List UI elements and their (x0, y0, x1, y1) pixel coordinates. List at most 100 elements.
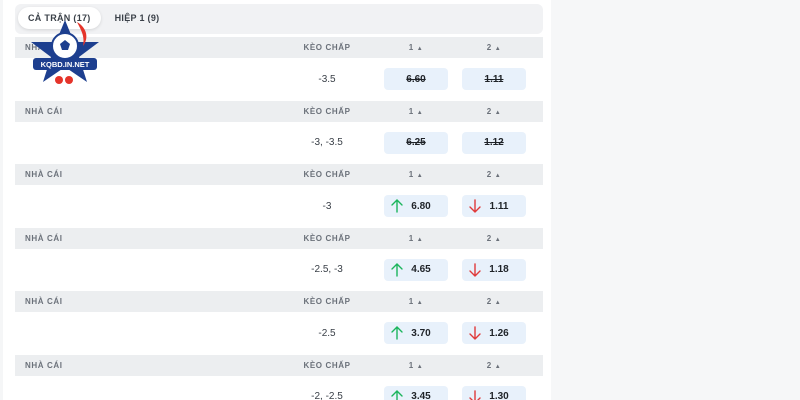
arrow-down-icon (469, 326, 481, 340)
odds-button-away[interactable]: 1.26 (462, 322, 526, 344)
home-odds-cell: 3.45 (377, 385, 455, 400)
odds-button-home[interactable]: 6.80 (384, 195, 448, 217)
home-header[interactable]: 1 ▲ (377, 297, 455, 306)
odds-value: 6.80 (411, 200, 431, 212)
bookmaker-header: NHÀ CÁI (25, 170, 63, 179)
home-odds-cell: 6.25 (377, 131, 455, 154)
handicap-value: -2.5, -3 (311, 264, 343, 275)
handicap-header[interactable]: KÈO CHẤP (277, 43, 377, 52)
handicap-header[interactable]: KÈO CHẤP (277, 234, 377, 243)
home-odds-cell: 6.60 (377, 68, 455, 90)
home-odds-cell: 3.70 (377, 322, 455, 344)
odds-button-away[interactable]: 1.11 (462, 195, 526, 217)
sort-up-icon: ▲ (416, 363, 424, 370)
odds-header: NHÀ CÁI KÈO CHẤP 1▲ 2▲ (15, 100, 543, 122)
sort-up-icon: ▲ (494, 46, 502, 52)
handicap-header[interactable]: KÈO CHẤP (277, 107, 377, 116)
odds-value: 6.60 (406, 73, 426, 85)
right-pane (551, 0, 800, 400)
odds-block: NHÀ CÁI KÈO CHẤP 1 ▲ 2 ▲ -3 6.80 1.11 (15, 164, 543, 227)
odds-row: -2, -2.5 3.45 1.30 (15, 376, 543, 400)
sort-up-icon: ▲ (494, 109, 502, 116)
odds-value: 1.18 (489, 264, 509, 275)
odds-value: 6.25 (406, 137, 426, 148)
logo-text: KQBD.IN.NET (41, 60, 90, 69)
away-header[interactable]: 2 ▲ (455, 170, 533, 179)
odds-row: -3, -3.5 6.25 1.12 (15, 122, 543, 164)
bookmaker-header: NHÀ CÁI (25, 233, 63, 243)
away-odds-cell: 1.26 (455, 322, 533, 344)
arrow-up-icon (391, 199, 403, 213)
odds-button-away[interactable]: 1.11 (462, 68, 526, 90)
handicap-value: -2, -2.5 (311, 391, 343, 400)
odds-button-away[interactable]: 1.30 (462, 385, 526, 400)
sort-up-icon: ▲ (416, 236, 424, 243)
handicap-value: -3.5 (318, 73, 336, 85)
handicap-header[interactable]: KÈO CHẤP (277, 361, 377, 370)
handicap-value: -3 (322, 200, 332, 212)
sort-up-icon: ▲ (416, 109, 424, 116)
odds-value: 1.12 (484, 137, 504, 148)
odds-value: 1.26 (489, 327, 509, 339)
sort-up-icon: ▲ (494, 363, 502, 370)
odds-row: -2.5 3.70 1.26 (15, 312, 543, 354)
handicap-header[interactable]: KÈO CHẤP (277, 170, 377, 179)
odds-block: NHÀ CÁI KÈO CHẤP 1 ▲ 2 ▲ -3, -3.5 6.25 1.1… (15, 100, 543, 164)
home-header[interactable]: 1 ▲ (377, 43, 455, 52)
away-header[interactable]: 2 ▲ (455, 107, 533, 116)
odds-button-home[interactable]: 6.60 (384, 68, 448, 90)
odds-block: NHÀ CÁI KÈO CHẤP 1 ▲ 2 ▲ -2.5, -3 4.65 1.1… (15, 227, 543, 291)
away-header[interactable]: 2 ▲ (455, 234, 533, 243)
home-odds-cell: 4.65 (377, 258, 455, 281)
odds-value: 3.70 (411, 327, 431, 339)
away-odds-cell: 1.11 (455, 68, 533, 90)
sort-up-icon: ▲ (416, 46, 424, 52)
odds-row: -2.5, -3 4.65 1.18 (15, 249, 543, 291)
odds-header: NHÀ CÁI KÈO CHẤP 1▲ 2▲ (15, 227, 543, 249)
home-header[interactable]: 1 ▲ (377, 234, 455, 243)
odds-header: NHÀ CÁI KÈO CHẤP 1▲ 2▲ (15, 164, 543, 185)
away-header[interactable]: 2 ▲ (455, 43, 533, 52)
bookmaker-header: NHÀ CÁI (25, 297, 63, 306)
site-logo: KQBD.IN.NET (31, 20, 99, 84)
sort-up-icon: ▲ (494, 300, 502, 306)
arrow-down-icon (469, 262, 481, 277)
sort-up-icon: ▲ (416, 173, 424, 179)
odds-button-home[interactable]: 6.25 (384, 131, 448, 154)
odds-value: 4.65 (411, 264, 431, 275)
arrow-down-icon (469, 199, 481, 213)
away-odds-cell: 1.30 (455, 385, 533, 400)
odds-button-away[interactable]: 1.12 (462, 131, 526, 154)
home-header[interactable]: 1 ▲ (377, 361, 455, 370)
away-odds-cell: 1.18 (455, 258, 533, 281)
odds-value: 1.11 (484, 73, 504, 85)
odds-button-home[interactable]: 4.65 (384, 258, 448, 281)
sort-up-icon: ▲ (494, 236, 502, 243)
odds-header: NHÀ CÁI KÈO CHẤP 1▲ 2▲ (15, 291, 543, 312)
odds-row: -3 6.80 1.11 (15, 185, 543, 227)
away-header[interactable]: 2 ▲ (455, 297, 533, 306)
sort-up-icon: ▲ (494, 173, 502, 179)
home-header[interactable]: 1 ▲ (377, 107, 455, 116)
handicap-header[interactable]: KÈO CHẤP (277, 297, 377, 306)
odds-button-home[interactable]: 3.70 (384, 322, 448, 344)
arrow-up-icon (391, 389, 403, 400)
home-header[interactable]: 1 ▲ (377, 170, 455, 179)
arrow-up-icon (391, 262, 403, 277)
arrow-down-icon (469, 389, 481, 400)
sort-up-icon: ▲ (416, 300, 424, 306)
handicap-value: -2.5 (318, 327, 336, 339)
away-odds-cell: 1.11 (455, 195, 533, 217)
odds-button-away[interactable]: 1.18 (462, 258, 526, 281)
odds-button-home[interactable]: 3.45 (384, 385, 448, 400)
away-header[interactable]: 2 ▲ (455, 361, 533, 370)
handicap-value: -3, -3.5 (311, 137, 343, 148)
odds-value: 3.45 (411, 391, 431, 400)
odds-block: NHÀ CÁI KÈO CHẤP 1 ▲ 2 ▲ -2, -2.5 3.45 1.3… (15, 354, 543, 400)
odds-panel: CẢ TRẬN (17) HIỆP 1 (9) NHÀ CÁI KÈO CHẤP… (3, 0, 551, 400)
odds-value: 1.30 (489, 391, 509, 400)
odds-block: NHÀ CÁI KÈO CHẤP 1 ▲ 2 ▲ -2.5 3.70 1.26 (15, 291, 543, 354)
tab-first-half[interactable]: HIỆP 1 (9) (105, 7, 170, 29)
odds-value: 1.11 (489, 200, 509, 212)
home-odds-cell: 6.80 (377, 195, 455, 217)
